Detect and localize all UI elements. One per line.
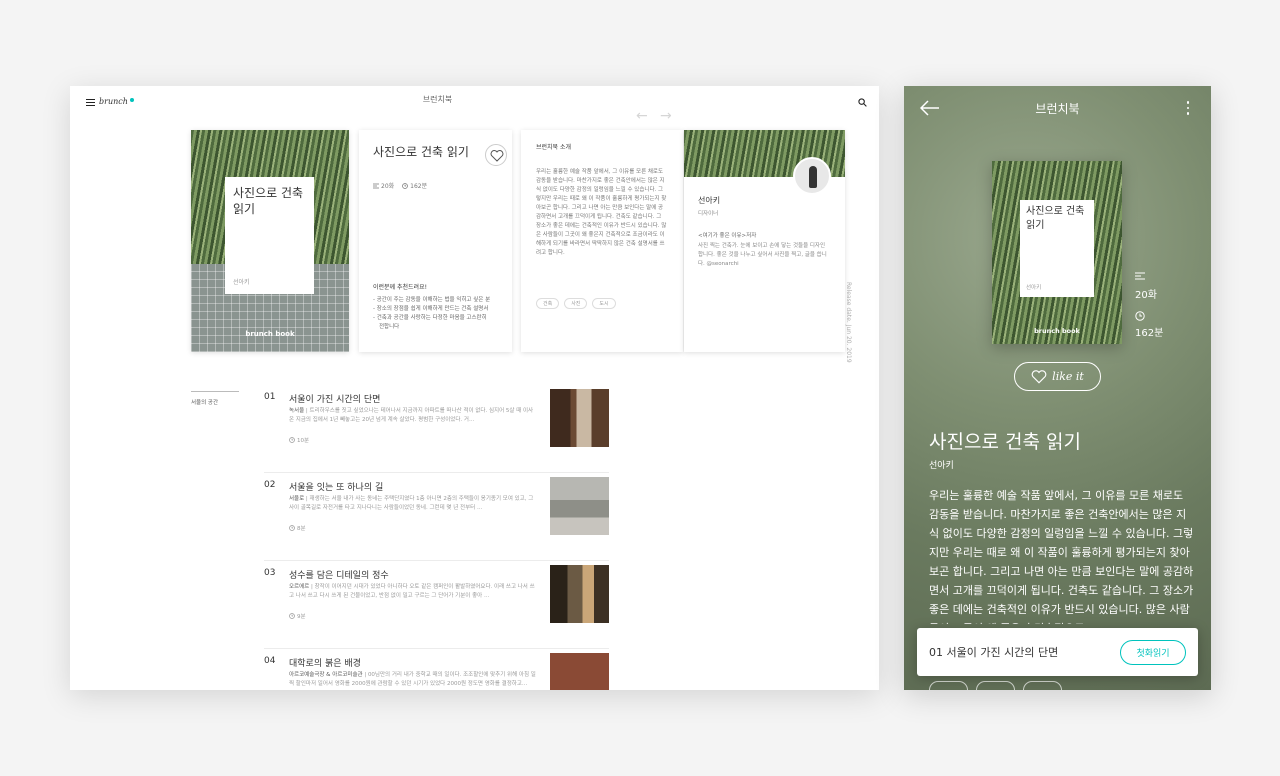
toc-number: 02 bbox=[264, 480, 276, 490]
episode-count: 20화 bbox=[381, 183, 395, 190]
toc-item[interactable]: 01 서울이 가진 시간의 단면 녹서울 | 트리하우스를 짓고 싶었으나는 테… bbox=[264, 385, 609, 473]
author-bio: 사진 찍는 건축가. 눈에 보이고 손에 닿는 것들을 디자인합니다. 좋은 것… bbox=[698, 243, 827, 267]
release-date: Release date. Jun 20. 2019 bbox=[845, 282, 852, 363]
like-it-button[interactable]: like it bbox=[1014, 362, 1101, 391]
toc-description: 녹서울 | 트리하우스를 짓고 싶었으나는 테어나서 지금까지 아파트를 떠나산… bbox=[289, 408, 534, 423]
list-icon bbox=[373, 183, 379, 188]
book-meta: 20화 162분 bbox=[373, 181, 427, 190]
first-episode-popup: 01 서울이 가진 시간의 단면 첫화읽기 bbox=[917, 628, 1198, 676]
intro-heading: 브런치북 소개 bbox=[536, 144, 572, 151]
toc-description: 서울로 | 재생하는 서울 내가 사는 동네는 주택단지였다 1층 아니면 2층… bbox=[289, 496, 534, 511]
heart-icon bbox=[490, 150, 504, 162]
brunch-book-label: brunch book bbox=[245, 330, 295, 338]
episode-count: 20화 bbox=[1135, 290, 1157, 301]
toc-number: 04 bbox=[264, 656, 276, 666]
tag[interactable]: 건축 bbox=[536, 298, 560, 309]
cover-title: 사진으로 건축 읽기 bbox=[233, 186, 304, 216]
toc-thumbnail[interactable] bbox=[550, 389, 609, 447]
clock-icon bbox=[1135, 311, 1145, 321]
brunch-book-label: brunch book bbox=[1034, 327, 1080, 335]
clock-icon bbox=[289, 525, 295, 531]
next-arrow-icon[interactable]: → bbox=[660, 108, 672, 124]
read-first-button[interactable]: 첫화읽기 bbox=[1120, 640, 1186, 665]
clock-icon bbox=[289, 613, 295, 619]
book-title: 사진으로 건축 읽기 bbox=[929, 431, 1081, 453]
author-name[interactable]: 선아키 bbox=[929, 458, 954, 471]
list-icon bbox=[1135, 272, 1145, 280]
cover-author: 선아키 bbox=[233, 279, 250, 286]
recommend-list: - 공간이 주는 감동을 이해하는 법을 익히고 싶은 분 - 장소의 장점을 … bbox=[373, 296, 507, 332]
tag-list bbox=[929, 681, 1062, 690]
clock-icon bbox=[289, 437, 295, 443]
toc-title[interactable]: 서울을 잇는 또 하나의 길 bbox=[289, 480, 383, 493]
toc-item[interactable]: 03 성수를 담은 디테일의 정수 오르에르 | 창작이 이어지던 시대가 있었… bbox=[264, 561, 609, 649]
tag[interactable] bbox=[929, 681, 968, 690]
book-cover-card[interactable]: 사진으로 건축 읽기 선아키 brunch book bbox=[191, 130, 349, 352]
tag[interactable] bbox=[976, 681, 1015, 690]
book-info-card: 사진으로 건축 읽기 20화 162분 이런분께 추천드려요! - 공간이 주는… bbox=[359, 130, 512, 352]
toc-number: 03 bbox=[264, 568, 276, 578]
header: brunch 브런치북 bbox=[70, 86, 879, 120]
tag[interactable] bbox=[1023, 681, 1062, 690]
tag-list: 건축 사진 도시 bbox=[536, 298, 616, 309]
book-intro-card: 브런치북 소개 우리는 훌륭한 예술 작품 앞에서, 그 이유를 모른 채로도 … bbox=[521, 130, 683, 352]
cover-title: 사진으로 건축 읽기 bbox=[1026, 206, 1085, 231]
avatar[interactable] bbox=[793, 157, 831, 195]
toc-item[interactable]: 04 대학로의 붉은 배경 아르코예술극장 & 아르코미술관 | 00님만의 거… bbox=[264, 649, 609, 690]
book-title: 사진으로 건축 읽기 bbox=[373, 145, 469, 159]
author-name[interactable]: 선아키 bbox=[698, 195, 720, 206]
recommend-item: - 장소의 장점을 쉽게 이해하게 만드는 건축 설명서 bbox=[373, 306, 489, 312]
mobile-book-cover[interactable]: 사진으로 건축 읽기 선아키 brunch book bbox=[992, 161, 1122, 344]
cover-paper: 사진으로 건축 읽기 선아키 bbox=[1020, 200, 1094, 297]
toc-item[interactable]: 02 서울을 잇는 또 하나의 길 서울로 | 재생하는 서울 내가 사는 동네… bbox=[264, 473, 609, 561]
tag[interactable]: 사진 bbox=[564, 298, 588, 309]
intro-body: 우리는 훌륭한 예술 작품 앞에서, 그 이유를 모른 채로도 감동을 받습니다… bbox=[536, 169, 667, 256]
toc-description: 아르코예술극장 & 아르코미술관 | 00님만의 거리 내가 중학교 때의 일이… bbox=[289, 672, 536, 687]
more-icon[interactable] bbox=[1185, 99, 1191, 119]
author-book: <여기가 좋은 이유>저자 bbox=[698, 233, 757, 239]
book-description: 우리는 훌륭한 예술 작품 앞에서, 그 이유를 모른 채로도 감동을 받습니다… bbox=[929, 489, 1194, 624]
toc-title[interactable]: 대학로의 붉은 배경 bbox=[289, 656, 361, 669]
toc-thumbnail[interactable] bbox=[550, 653, 609, 690]
prev-arrow-icon[interactable]: ← bbox=[636, 108, 648, 124]
clock-icon bbox=[402, 182, 409, 189]
toc-number: 01 bbox=[264, 392, 276, 402]
toc-section-label: 서울의 공간 bbox=[191, 391, 239, 406]
read-duration: 162분 bbox=[410, 183, 428, 190]
search-icon[interactable] bbox=[858, 98, 867, 107]
like-label: like it bbox=[1052, 370, 1084, 383]
toc-time: 8분 bbox=[289, 524, 306, 532]
recommend-item: 전합니다 bbox=[379, 324, 400, 330]
read-duration: 162분 bbox=[1135, 328, 1164, 339]
like-button[interactable] bbox=[485, 144, 507, 166]
author-card: 선아키 디자이너 <여기가 좋은 이유>저자 사진 찍는 건축가. 눈에 보이고… bbox=[684, 130, 845, 352]
toc-title[interactable]: 성수를 담은 디테일의 정수 bbox=[289, 568, 389, 581]
tag[interactable]: 도시 bbox=[592, 298, 616, 309]
desktop-view: brunch 브런치북 ← → 사진으로 건축 읽기 선아키 brunch bo… bbox=[70, 86, 879, 690]
author-role: 디자이너 bbox=[698, 211, 719, 217]
recommend-item: - 건축과 공간을 사랑하는 다정한 마음을 고스란히 bbox=[373, 315, 487, 321]
page-title: 브런치북 bbox=[422, 95, 453, 104]
cover-author: 선아키 bbox=[1026, 285, 1042, 291]
toc-thumbnail[interactable] bbox=[550, 477, 609, 535]
mobile-title: 브런치북 bbox=[1035, 102, 1080, 116]
cover-paper: 사진으로 건축 읽기 선아키 bbox=[225, 177, 314, 294]
mobile-view: 브런치북 사진으로 건축 읽기 선아키 brunch book 20화 162분… bbox=[904, 86, 1211, 690]
recommend-heading: 이런분께 추천드려요! bbox=[373, 284, 427, 291]
toc-thumbnail[interactable] bbox=[550, 565, 609, 623]
toc-time: 9분 bbox=[289, 612, 306, 620]
recommend-item: - 공간이 주는 감동을 이해하는 법을 익히고 싶은 분 bbox=[373, 297, 491, 303]
toc-time: 10분 bbox=[289, 436, 309, 444]
toc-description: 오르에르 | 창작이 이어지던 시대가 있었다 아니하다 오토 같은 캠퍼인이 … bbox=[289, 584, 535, 599]
heart-icon bbox=[1031, 369, 1047, 384]
first-episode-title[interactable]: 01 서울이 가진 시간의 단면 bbox=[929, 644, 1058, 660]
toc-title[interactable]: 서울이 가진 시간의 단면 bbox=[289, 392, 380, 405]
